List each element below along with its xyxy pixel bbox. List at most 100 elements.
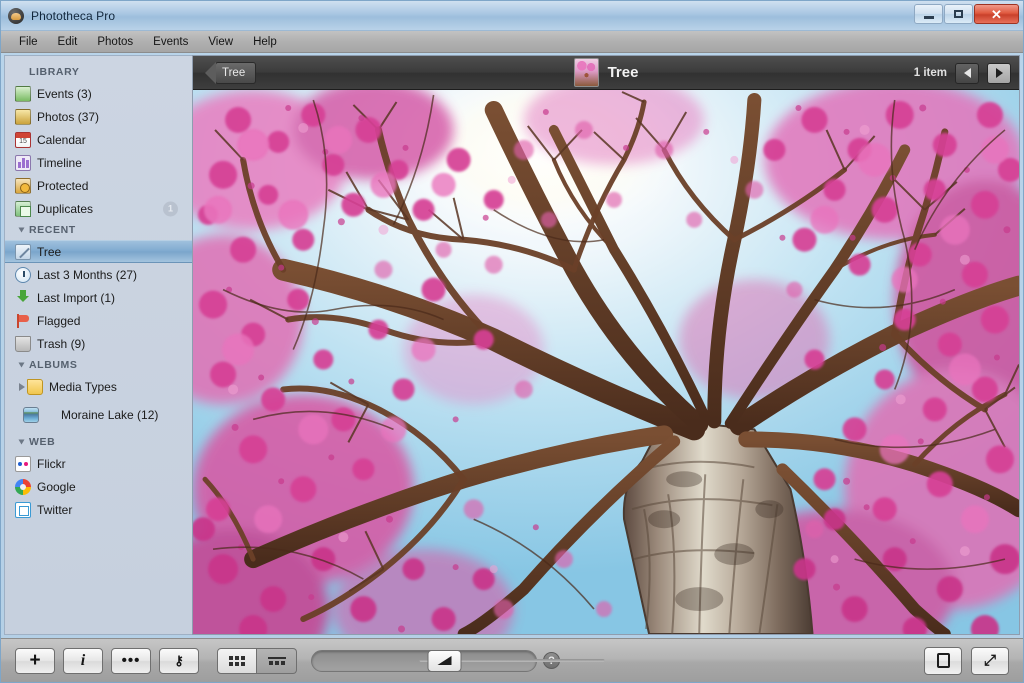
back-button-label: Tree <box>222 66 246 79</box>
sidebar-section-library: LIBRARY <box>29 66 80 78</box>
sidebar-item-timeline[interactable]: Timeline <box>5 151 192 174</box>
maximize-icon <box>954 10 963 18</box>
window-body: LIBRARY Events (3) Photos (37) Calendar … <box>1 53 1023 638</box>
square-icon <box>936 653 950 668</box>
sidebar-item-google[interactable]: Google <box>5 475 192 498</box>
sidebar-item-label: Twitter <box>37 502 73 517</box>
sidebar-item-label: Last Import (1) <box>37 290 116 305</box>
sidebar-item-duplicates[interactable]: Duplicates 1 <box>5 197 192 220</box>
add-button[interactable]: + <box>15 647 55 674</box>
sidebar-section-label: RECENT <box>29 224 76 236</box>
calendar-icon <box>15 131 31 148</box>
main-toolbar: Tree Tree 1 item <box>193 56 1019 90</box>
zoom-slider[interactable] <box>419 649 605 672</box>
chevron-right-icon[interactable] <box>19 382 25 391</box>
title-bar: Phototheca Pro ✕ <box>1 1 1023 31</box>
more-button[interactable]: ••• <box>111 647 151 674</box>
sidebar-item-twitter[interactable]: Twitter <box>5 498 192 521</box>
toolbar-right-group: 1 item <box>914 56 1011 90</box>
import-icon <box>15 289 31 306</box>
sidebar-item-last-3-months[interactable]: Last 3 Months (27) <box>5 263 192 286</box>
fullscreen-button[interactable]: ⤢ <box>971 646 1009 675</box>
sidebar: LIBRARY Events (3) Photos (37) Calendar … <box>4 55 192 635</box>
sidebar-section-label: ALBUMS <box>29 359 78 371</box>
sidebar-item-protected[interactable]: Protected <box>5 174 192 197</box>
sidebar-item-label: Calendar <box>37 132 86 147</box>
google-icon <box>15 478 31 495</box>
arrow-left-icon <box>963 68 971 78</box>
next-photo-button[interactable] <box>987 62 1011 84</box>
menu-file[interactable]: File <box>9 34 48 50</box>
info-button[interactable]: i <box>63 647 103 674</box>
sidebar-item-label: Timeline <box>37 155 82 170</box>
menu-bar: File Edit Photos Events View Help <box>1 31 1023 53</box>
photo-viewer[interactable] <box>193 90 1019 634</box>
main-panel: Tree Tree 1 item <box>192 55 1020 635</box>
bottom-toolbar: + i ••• ⚷ ? <box>1 638 1023 682</box>
chevron-down-icon <box>18 362 25 368</box>
sidebar-item-moraine-lake[interactable]: Moraine Lake (12) <box>5 398 192 432</box>
trash-icon <box>15 335 31 352</box>
toolbar-title-group: Tree <box>193 56 1019 89</box>
arrow-right-icon <box>995 68 1003 78</box>
app-logo-icon <box>8 7 24 24</box>
flag-icon <box>15 313 31 329</box>
flickr-icon <box>15 455 31 472</box>
sidebar-item-trash[interactable]: Trash (9) <box>5 332 192 355</box>
sidebar-item-media-types[interactable]: Media Types <box>5 375 192 398</box>
menu-edit[interactable]: Edit <box>48 34 88 50</box>
sidebar-item-tree[interactable]: Tree <box>5 240 192 263</box>
sidebar-item-label: Flickr <box>37 456 66 471</box>
sidebar-item-label: Events (3) <box>37 86 92 101</box>
chevron-down-icon <box>18 227 25 233</box>
sidebar-item-last-import[interactable]: Last Import (1) <box>5 286 192 309</box>
sidebar-item-flickr[interactable]: Flickr <box>5 452 192 475</box>
maximize-button[interactable] <box>944 4 973 24</box>
lake-thumbnail-icon <box>23 407 39 423</box>
single-photo-view-button[interactable] <box>924 646 962 675</box>
menu-help[interactable]: Help <box>243 34 287 50</box>
list-icon <box>267 656 286 659</box>
grid-view-button[interactable] <box>217 647 257 674</box>
chevron-down-icon <box>18 439 25 445</box>
sidebar-item-calendar[interactable]: Calendar <box>5 128 192 151</box>
close-button[interactable]: ✕ <box>974 4 1019 24</box>
twitter-icon <box>15 501 31 518</box>
sidebar-item-label: Media Types <box>49 379 117 394</box>
tree-thumbnail-icon <box>573 58 599 87</box>
sidebar-item-label: Trash (9) <box>37 336 86 351</box>
sidebar-section-web[interactable]: WEB <box>5 432 192 452</box>
sidebar-item-events[interactable]: Events (3) <box>5 82 192 105</box>
window-title: Phototheca Pro <box>31 8 116 23</box>
sidebar-section-recent[interactable]: RECENT <box>5 220 192 240</box>
tree-note-icon <box>15 243 31 260</box>
list-view-button[interactable] <box>257 647 297 674</box>
zoom-size-icon <box>437 656 452 665</box>
sidebar-item-label: Tree <box>37 244 62 259</box>
sidebar-item-label: Protected <box>37 178 89 193</box>
menu-view[interactable]: View <box>198 34 243 50</box>
ellipsis-icon: ••• <box>121 651 141 669</box>
menu-events[interactable]: Events <box>143 34 198 50</box>
back-button[interactable]: Tree <box>204 61 257 84</box>
photos-icon <box>15 108 31 125</box>
key-button[interactable]: ⚷ <box>159 647 199 674</box>
grid-icon <box>229 655 245 660</box>
folder-icon <box>27 378 43 395</box>
sidebar-item-label: Google <box>37 479 76 494</box>
previous-photo-button[interactable] <box>955 62 979 84</box>
timeline-icon <box>15 154 31 171</box>
sidebar-section-albums[interactable]: ALBUMS <box>5 355 192 375</box>
duplicates-count-badge: 1 <box>163 201 178 216</box>
protected-icon <box>15 177 31 194</box>
close-icon: ✕ <box>991 6 1002 22</box>
clock-icon <box>15 266 31 283</box>
minimize-button[interactable] <box>914 4 943 24</box>
sidebar-item-flagged[interactable]: Flagged <box>5 309 192 332</box>
duplicates-icon <box>15 200 31 217</box>
zoom-slider-handle[interactable] <box>427 649 462 672</box>
sidebar-item-photos[interactable]: Photos (37) <box>5 105 192 128</box>
menu-photos[interactable]: Photos <box>87 34 143 50</box>
minimize-icon <box>923 15 934 19</box>
key-icon: ⚷ <box>174 652 184 668</box>
